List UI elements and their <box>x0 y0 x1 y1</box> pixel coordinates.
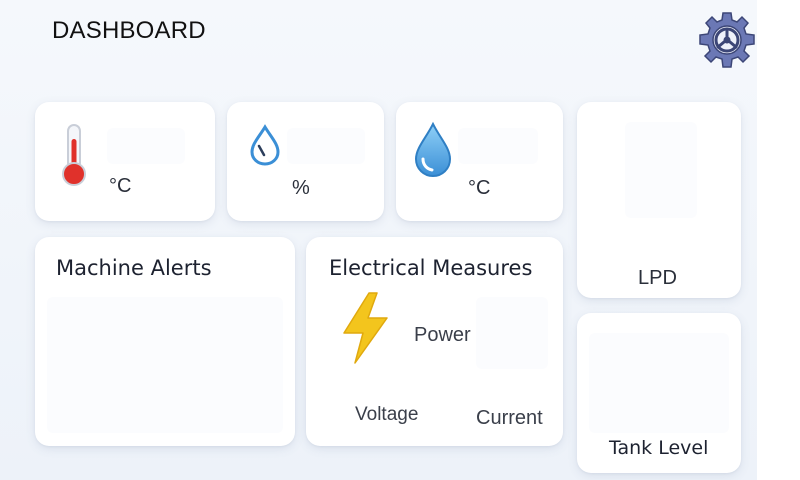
temperature-unit: °C <box>109 175 132 197</box>
tank-level-tile[interactable]: Tank Level <box>577 313 741 473</box>
lightning-bolt-icon <box>339 291 393 365</box>
machine-alerts-list <box>47 297 283 433</box>
humidity-drop-icon <box>247 124 283 166</box>
gear-icon[interactable] <box>698 11 756 69</box>
machine-alerts-title: Machine Alerts <box>56 256 212 280</box>
thermometer-icon <box>57 123 91 189</box>
temperature-value-area <box>107 128 185 164</box>
water-temperature-value-area <box>458 128 538 164</box>
water-drop-icon <box>412 121 454 179</box>
flow-tile[interactable]: LPD <box>577 102 741 298</box>
humidity-tile[interactable]: % <box>227 102 384 221</box>
tank-level-value-area <box>589 333 729 433</box>
right-margin <box>757 0 800 480</box>
electrical-measures-title: Electrical Measures <box>329 256 533 280</box>
page-title: DASHBOARD <box>52 17 206 44</box>
power-label: Power <box>414 324 471 346</box>
water-temperature-tile[interactable]: °C <box>396 102 563 221</box>
humidity-value-area <box>287 128 365 164</box>
temperature-tile[interactable]: °C <box>35 102 215 221</box>
water-temperature-unit: °C <box>468 177 491 199</box>
humidity-unit: % <box>292 177 310 199</box>
current-label: Current <box>476 407 543 429</box>
flow-unit: LPD <box>638 267 677 289</box>
machine-alerts-panel: Machine Alerts <box>35 237 295 446</box>
power-value-area <box>476 297 548 369</box>
flow-value-area <box>625 122 697 218</box>
voltage-label: Voltage <box>355 404 419 425</box>
tank-level-label: Tank Level <box>609 437 709 459</box>
electrical-measures-panel: Electrical Measures Power Voltage Curren… <box>306 237 563 446</box>
